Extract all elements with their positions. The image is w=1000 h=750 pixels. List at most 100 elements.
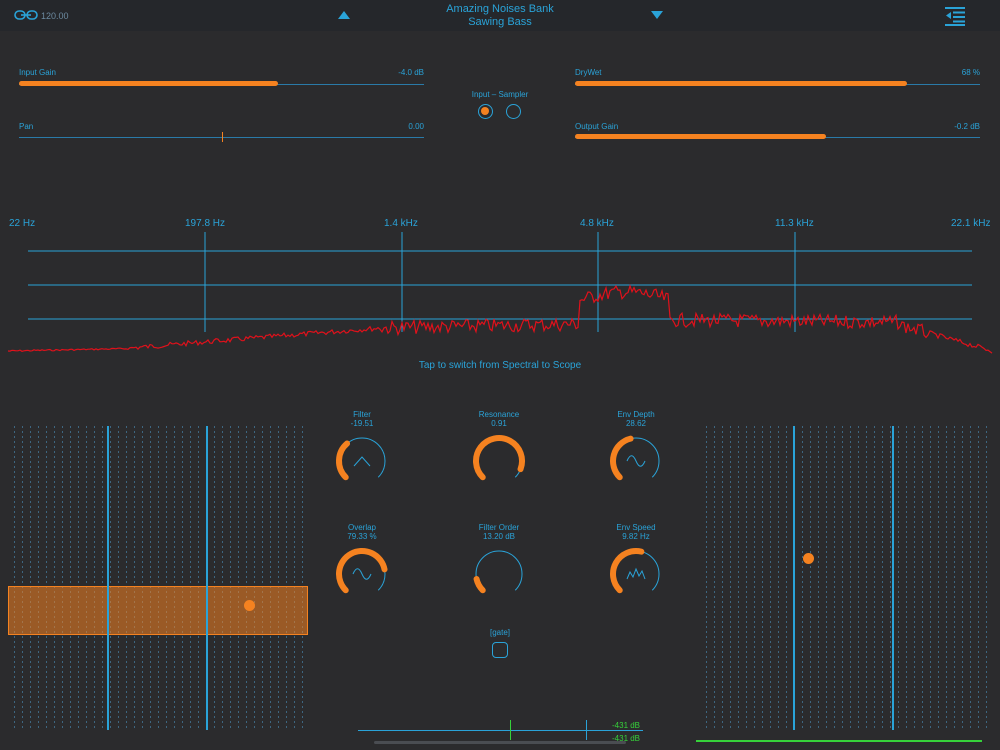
pad-grid-line — [818, 426, 819, 730]
dry-wet-slider[interactable] — [575, 79, 980, 89]
knob-dial[interactable] — [470, 428, 528, 490]
knob-fill — [473, 435, 525, 481]
menu-icon[interactable] — [944, 6, 966, 26]
output-gain-value: -0.2 dB — [954, 122, 980, 131]
lowpass-icon — [353, 456, 371, 467]
bank-name[interactable]: Amazing Noises Bank — [400, 3, 600, 15]
pad-grid-line — [978, 426, 979, 730]
right-pad-marker-1 — [793, 426, 795, 730]
knob-label: Env Depth — [617, 410, 655, 419]
pad-grid-line — [890, 426, 891, 730]
scroll-indicator[interactable] — [374, 741, 626, 744]
knob-label: Resonance — [478, 410, 520, 419]
pad-grid-line — [834, 426, 835, 730]
knob-env-depth[interactable]: Env Depth 28.62 — [586, 410, 686, 492]
knob-label: Filter — [353, 410, 371, 419]
pad-grid-line — [770, 426, 771, 730]
left-pad-handle[interactable] — [244, 600, 255, 611]
pad-grid-line — [906, 426, 907, 730]
left-pad-marker-1 — [107, 426, 109, 730]
pad-grid-line — [254, 426, 255, 730]
pad-grid-line — [38, 426, 39, 730]
knob-dial[interactable] — [470, 541, 528, 603]
pad-grid-line — [294, 426, 295, 730]
freq-label-5: 22.1 kHz — [951, 218, 991, 229]
pad-grid-line — [238, 426, 239, 730]
pad-grid-line — [842, 426, 843, 730]
knob-filter-order[interactable]: Filter Order 13.20 dB — [449, 523, 549, 605]
prev-preset-icon[interactable] — [336, 8, 352, 22]
freq-label-3: 4.8 kHz — [580, 218, 614, 229]
pad-grid-line — [22, 426, 23, 730]
knob-overlap[interactable]: Overlap 79.33 % — [312, 523, 412, 605]
knob-dial[interactable] — [333, 428, 391, 490]
pan-slider[interactable] — [19, 131, 424, 142]
input-radio[interactable] — [478, 104, 493, 119]
pad-grid-line — [850, 426, 851, 730]
pad-grid-line — [158, 426, 159, 730]
knob-dial[interactable] — [607, 428, 665, 490]
preset-name[interactable]: Sawing Bass — [400, 16, 600, 28]
pad-grid-line — [706, 426, 707, 730]
pad-grid-line — [134, 426, 135, 730]
gate-button[interactable] — [492, 642, 508, 658]
pad-grid-line — [46, 426, 47, 730]
pad-grid-line — [302, 426, 303, 730]
pad-grid-line — [898, 426, 899, 730]
knob-value: 0.91 — [491, 419, 507, 428]
left-pad-region[interactable] — [8, 586, 308, 635]
pad-grid-line — [182, 426, 183, 730]
knob-value: 13.20 dB — [482, 532, 516, 541]
pad-grid-line — [142, 426, 143, 730]
knob-dial[interactable] — [333, 541, 391, 603]
meter-marker-green — [510, 720, 511, 740]
left-xy-pad[interactable] — [8, 426, 308, 730]
knob-value: 79.33 % — [347, 532, 377, 541]
right-pad-handle[interactable] — [803, 553, 814, 564]
pad-grid-line — [826, 426, 827, 730]
dry-wet-value: 68 % — [961, 68, 980, 77]
spectrum-display[interactable] — [0, 230, 1000, 360]
left-pad-marker-2 — [206, 426, 208, 730]
sampler-radio[interactable] — [506, 104, 521, 119]
right-pad-marker-2 — [892, 426, 894, 730]
pad-grid-line — [214, 426, 215, 730]
pad-grid-line — [150, 426, 151, 730]
meter-baseline — [358, 730, 643, 731]
link-icon[interactable] — [14, 8, 38, 22]
freq-label-1: 197.8 Hz — [185, 218, 226, 229]
sine-icon — [352, 568, 372, 580]
pad-grid-line — [102, 426, 103, 730]
pad-grid-line — [802, 426, 803, 730]
input-gain-label: Input Gain — [19, 68, 56, 77]
pad-grid-line — [874, 426, 875, 730]
pad-grid-line — [86, 426, 87, 730]
pad-grid-line — [930, 426, 931, 730]
pan-thumb[interactable] — [221, 132, 223, 142]
input-gain-slider[interactable] — [19, 79, 424, 89]
knob-dial[interactable] — [607, 541, 665, 603]
knob-value: -19.51 — [350, 419, 374, 428]
pad-grid-line — [858, 426, 859, 730]
pad-grid-line — [286, 426, 287, 730]
right-xy-pad[interactable] — [700, 426, 990, 730]
pan-value: 0.00 — [408, 122, 424, 131]
spectrum-grid — [28, 232, 972, 332]
pad-grid-line — [762, 426, 763, 730]
knob-resonance[interactable]: Resonance 0.91 — [449, 410, 549, 492]
meter-marker-blue — [586, 720, 587, 740]
knob-filter[interactable]: Filter -19.51 — [312, 410, 412, 492]
tempo-display: 120.00 — [41, 11, 69, 21]
pad-grid-line — [270, 426, 271, 730]
knob-value: 9.82 Hz — [622, 532, 650, 541]
knob-fill — [336, 440, 351, 481]
pad-grid-line — [278, 426, 279, 730]
pad-grid-line — [174, 426, 175, 730]
pad-grid-line — [882, 426, 883, 730]
knob-env-speed[interactable]: Env Speed 9.82 Hz — [586, 523, 686, 605]
next-preset-icon[interactable] — [649, 8, 665, 22]
pad-grid-line — [922, 426, 923, 730]
pad-grid-line — [810, 426, 811, 730]
pad-grid-line — [730, 426, 731, 730]
output-gain-slider[interactable] — [575, 131, 980, 141]
